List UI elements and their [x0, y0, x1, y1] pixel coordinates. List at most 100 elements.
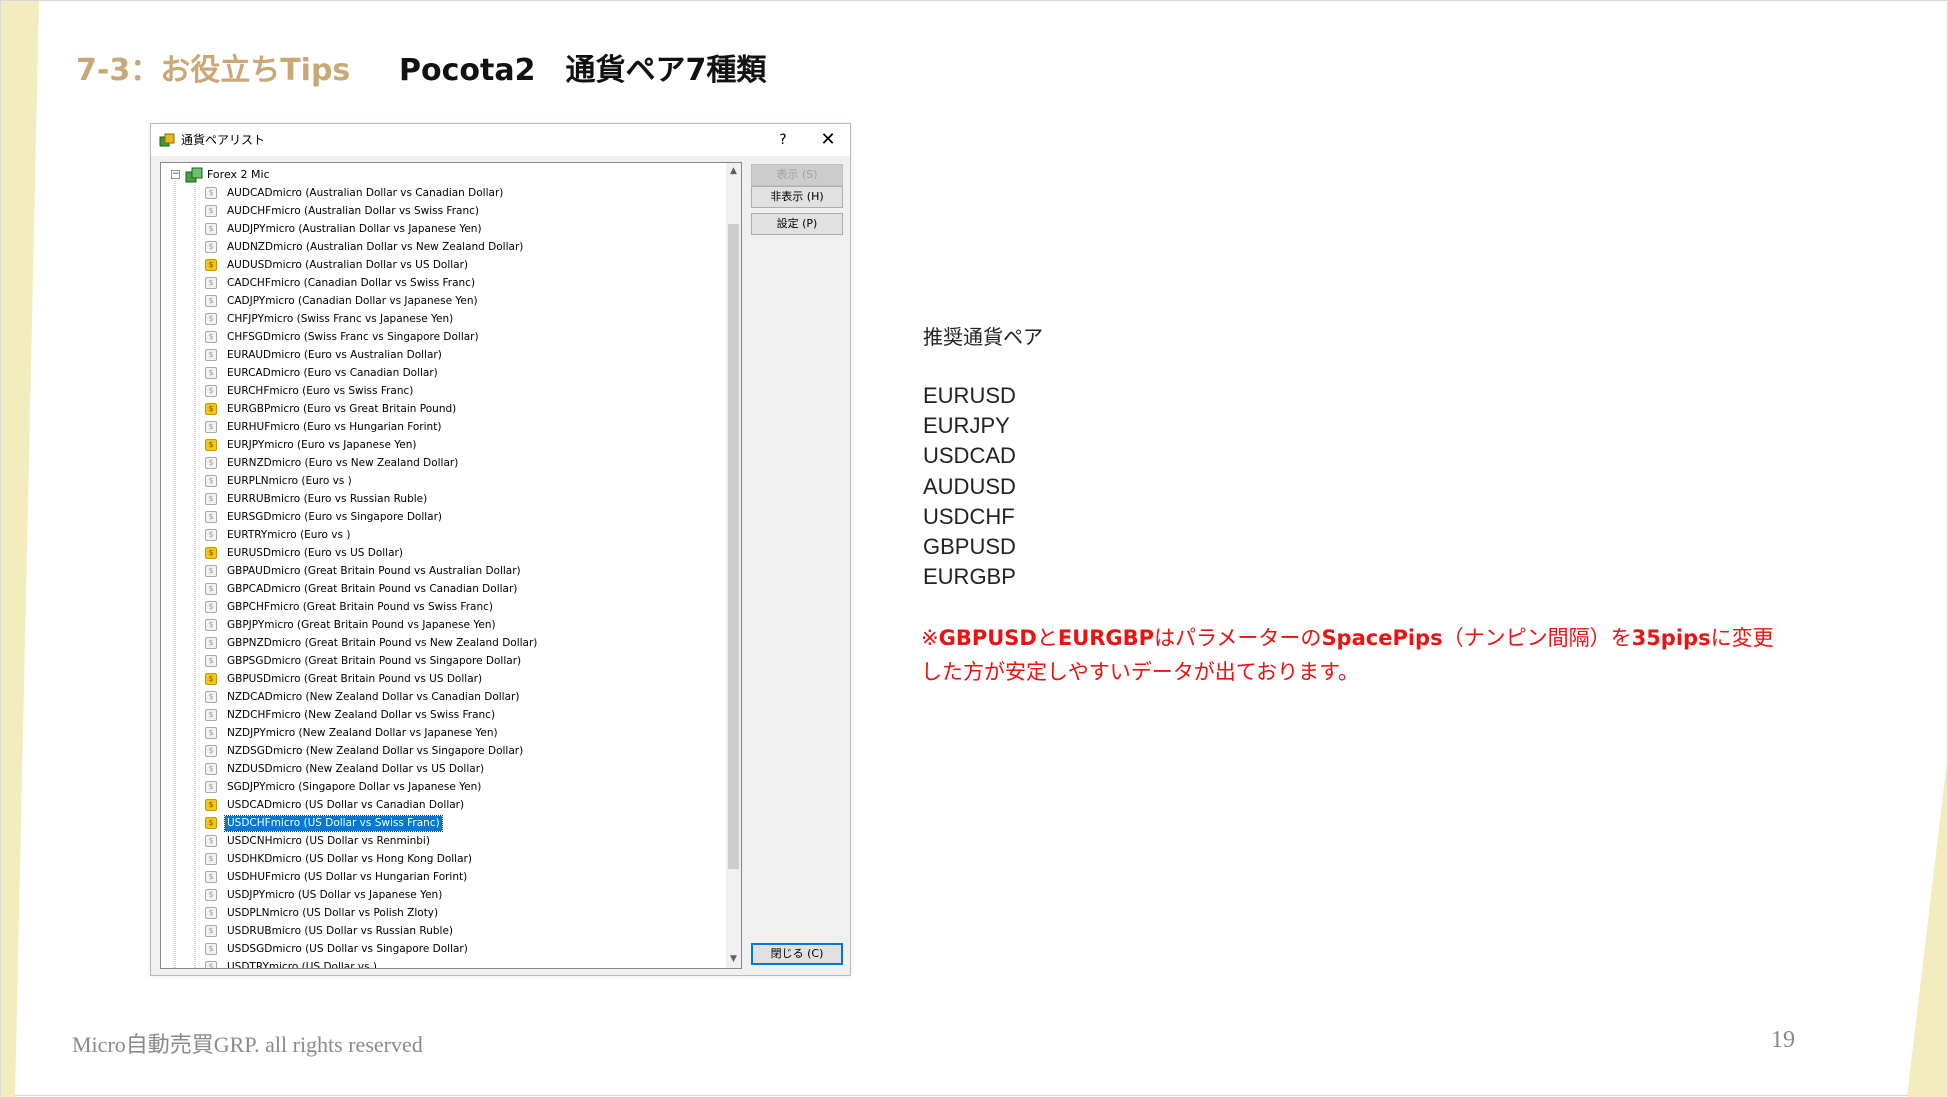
scroll-down-icon[interactable]: ▼: [726, 951, 741, 968]
symbol-list-item[interactable]: $ NZDCADmicro (New Zealand Dollar vs Cana…: [161, 689, 721, 707]
dialog-titlebar: 通貨ペアリスト ? ✕: [151, 124, 850, 156]
symbol-list-item[interactable]: $ EURUSDmicro (Euro vs US Dollar): [161, 545, 721, 563]
recommended-pair: GBPUSD: [923, 533, 1016, 559]
symbol-list-item[interactable]: $ AUDUSDmicro (Australian Dollar vs US Do…: [161, 257, 721, 275]
symbol-label: USDCNHmicro (US Dollar vs Renminbi): [227, 835, 430, 847]
symbol-list-item[interactable]: $ AUDJPYmicro (Australian Dollar vs Japan…: [161, 221, 721, 239]
close-button[interactable]: 閉じる (C): [751, 943, 843, 965]
symbol-inactive-icon: $: [205, 835, 217, 847]
symbol-list-item[interactable]: $ NZDJPYmicro (New Zealand Dollar vs Japa…: [161, 725, 721, 743]
symbol-list-item[interactable]: $ NZDUSDmicro (New Zealand Dollar vs US D…: [161, 761, 721, 779]
symbol-label: NZDJPYmicro (New Zealand Dollar vs Japan…: [227, 727, 498, 739]
symbol-list-item[interactable]: $ CHFSGDmicro (Swiss Franc vs Singapore D…: [161, 329, 721, 347]
symbol-list-item[interactable]: $ GBPCADmicro (Great Britain Pound vs Can…: [161, 581, 721, 599]
symbol-inactive-icon: $: [205, 889, 217, 901]
symbol-list-item[interactable]: $ EURPLNmicro (Euro vs ): [161, 473, 721, 491]
symbol-list-item[interactable]: $ EURJPYmicro (Euro vs Japanese Yen): [161, 437, 721, 455]
symbol-inactive-icon: $: [205, 601, 217, 613]
scroll-thumb[interactable]: [728, 224, 739, 869]
symbol-list-item[interactable]: $ GBPJPYmicro (Great Britain Pound vs Jap…: [161, 617, 721, 635]
symbol-inactive-icon: $: [205, 727, 217, 739]
symbol-list-item[interactable]: $ EURCADmicro (Euro vs Canadian Dollar): [161, 365, 721, 383]
help-button[interactable]: ?: [773, 129, 793, 151]
note-and: と: [1036, 626, 1058, 650]
symbol-list-item[interactable]: $ EURSGDmicro (Euro vs Singapore Dollar): [161, 509, 721, 527]
symbol-label: GBPCHFmicro (Great Britain Pound vs Swis…: [227, 601, 493, 613]
symbol-label: EURAUDmicro (Euro vs Australian Dollar): [227, 349, 442, 361]
hide-button[interactable]: 非表示 (H): [751, 186, 843, 208]
symbol-label: SGDJPYmicro (Singapore Dollar vs Japanes…: [227, 781, 482, 793]
symbol-list-item[interactable]: $ EURTRYmicro (Euro vs ): [161, 527, 721, 545]
symbol-active-icon: $: [205, 259, 217, 271]
symbol-active-icon: $: [205, 799, 217, 811]
note-text2: （ナンピン間隔）を: [1442, 626, 1632, 650]
symbol-list-item[interactable]: $ USDSGDmicro (US Dollar vs Singapore Dol…: [161, 941, 721, 959]
symbol-list-item[interactable]: $ EURAUDmicro (Euro vs Australian Dollar): [161, 347, 721, 365]
symbol-list-item[interactable]: $ USDJPYmicro (US Dollar vs Japanese Yen): [161, 887, 721, 905]
vertical-scrollbar[interactable]: ▲ ▼: [726, 163, 741, 968]
symbol-list-item[interactable]: $ USDRUBmicro (US Dollar vs Russian Ruble…: [161, 923, 721, 941]
symbol-label: NZDCADmicro (New Zealand Dollar vs Canad…: [227, 691, 520, 703]
settings-button[interactable]: 設定 (P): [751, 213, 843, 235]
currency-pair-dialog: 通貨ペアリスト ? ✕ − Forex 2 Mic $ AUDCADmicro …: [150, 123, 851, 976]
symbol-list-item[interactable]: $ AUDCHFmicro (Australian Dollar vs Swiss…: [161, 203, 721, 221]
symbol-list-item[interactable]: $ CADJPYmicro (Canadian Dollar vs Japanes…: [161, 293, 721, 311]
symbol-list-item[interactable]: $ USDCHFmicro (US Dollar vs Swiss Franc): [161, 815, 721, 833]
symbol-list-item[interactable]: $ EURHUFmicro (Euro vs Hungarian Forint): [161, 419, 721, 437]
symbol-inactive-icon: $: [205, 205, 217, 217]
symbol-list-item[interactable]: $ USDPLNmicro (US Dollar vs Polish Zloty): [161, 905, 721, 923]
scroll-up-icon[interactable]: ▲: [726, 163, 741, 180]
symbol-label: USDCADmicro (US Dollar vs Canadian Dolla…: [227, 799, 465, 811]
symbol-inactive-icon: $: [205, 871, 217, 883]
symbol-tree[interactable]: − Forex 2 Mic $ AUDCADmicro (Australian D…: [160, 162, 742, 969]
symbol-list-item[interactable]: $ USDCADmicro (US Dollar vs Canadian Doll…: [161, 797, 721, 815]
symbol-list-item[interactable]: $ GBPUSDmicro (Great Britain Pound vs US …: [161, 671, 721, 689]
symbol-list-item[interactable]: $ USDHKDmicro (US Dollar vs Hong Kong Dol…: [161, 851, 721, 869]
show-button[interactable]: 表示 (S): [751, 164, 843, 186]
symbol-label: EURUSDmicro (Euro vs US Dollar): [227, 547, 403, 559]
symbol-list-item[interactable]: $ GBPAUDmicro (Great Britain Pound vs Aus…: [161, 563, 721, 581]
symbol-list-item[interactable]: $ EURRUBmicro (Euro vs Russian Ruble): [161, 491, 721, 509]
close-icon[interactable]: ✕: [815, 129, 841, 151]
symbol-label: USDTRYmicro (US Dollar vs ): [227, 961, 377, 969]
symbol-list-item[interactable]: $ NZDSGDmicro (New Zealand Dollar vs Sing…: [161, 743, 721, 761]
symbol-list-item[interactable]: $ GBPSGDmicro (Great Britain Pound vs Sin…: [161, 653, 721, 671]
collapse-icon[interactable]: −: [171, 170, 180, 179]
symbol-list-item[interactable]: $ USDCNHmicro (US Dollar vs Renminbi): [161, 833, 721, 851]
symbol-inactive-icon: $: [205, 223, 217, 235]
symbol-label: EURNZDmicro (Euro vs New Zealand Dollar): [227, 457, 459, 469]
symbol-list-item[interactable]: $ USDTRYmicro (US Dollar vs ): [161, 959, 721, 969]
symbol-inactive-icon: $: [205, 529, 217, 541]
symbol-label: AUDCHFmicro (Australian Dollar vs Swiss …: [227, 205, 479, 217]
recommended-pair: AUDUSD: [923, 473, 1016, 499]
symbol-list-item[interactable]: $ AUDCADmicro (Australian Dollar vs Canad…: [161, 185, 721, 203]
symbol-label: AUDUSDmicro (Australian Dollar vs US Dol…: [227, 259, 469, 271]
symbol-list-item[interactable]: $ SGDJPYmicro (Singapore Dollar vs Japane…: [161, 779, 721, 797]
symbol-label: EURJPYmicro (Euro vs Japanese Yen): [227, 439, 417, 451]
symbol-list-item[interactable]: $ EURCHFmicro (Euro vs Swiss Franc): [161, 383, 721, 401]
recommended-heading: 推奨通貨ペア: [923, 325, 1043, 349]
recommended-pair: EURGBP: [923, 564, 1016, 590]
symbol-inactive-icon: $: [205, 277, 217, 289]
symbol-list-item[interactable]: $ GBPNZDmicro (Great Britain Pound vs New…: [161, 635, 721, 653]
symbol-inactive-icon: $: [205, 187, 217, 199]
symbol-label: AUDJPYmicro (Australian Dollar vs Japane…: [227, 223, 482, 235]
symbol-list-item[interactable]: $ NZDCHFmicro (New Zealand Dollar vs Swis…: [161, 707, 721, 725]
symbol-list-item[interactable]: $ EURGBPmicro (Euro vs Great Britain Poun…: [161, 401, 721, 419]
symbol-inactive-icon: $: [205, 367, 217, 379]
symbol-label: EURCADmicro (Euro vs Canadian Dollar): [227, 367, 438, 379]
recommended-pair: EURUSD: [923, 383, 1016, 408]
symbol-list-item[interactable]: $ CHFJPYmicro (Swiss Franc vs Japanese Ye…: [161, 311, 721, 329]
recommended-pair: USDCAD: [923, 443, 1016, 469]
symbol-inactive-icon: $: [205, 943, 217, 955]
symbol-list-item[interactable]: $ AUDNZDmicro (Australian Dollar vs New Z…: [161, 239, 721, 257]
symbol-list-item[interactable]: $ USDHUFmicro (US Dollar vs Hungarian For…: [161, 869, 721, 887]
symbol-list-item[interactable]: $ GBPCHFmicro (Great Britain Pound vs Swi…: [161, 599, 721, 617]
symbol-label: USDRUBmicro (US Dollar vs Russian Ruble): [227, 925, 454, 937]
symbol-list-item[interactable]: $ EURNZDmicro (Euro vs New Zealand Dollar…: [161, 455, 721, 473]
symbol-list-item[interactable]: $ CADCHFmicro (Canadian Dollar vs Swiss F…: [161, 275, 721, 293]
symbol-label: GBPSGDmicro (Great Britain Pound vs Sing…: [227, 655, 522, 667]
symbol-inactive-icon: $: [205, 241, 217, 253]
left-gold-stripe: [1, 1, 39, 1097]
symbol-inactive-icon: $: [205, 457, 217, 469]
